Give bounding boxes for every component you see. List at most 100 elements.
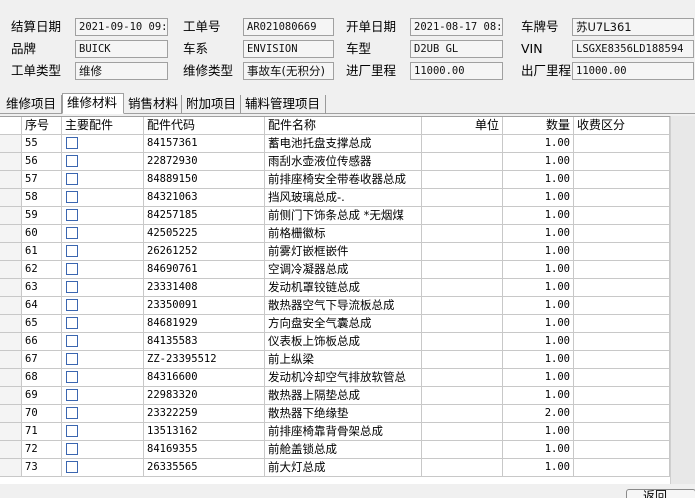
vertical-scrollbar[interactable] [670, 116, 695, 484]
table-row[interactable]: 60 42505225 前格栅徽标 1.00 [0, 225, 670, 243]
main-part-checkbox[interactable] [66, 407, 78, 419]
tab-sales-materials[interactable]: 销售材料 [124, 95, 182, 114]
settle-date-field[interactable]: 2021-09-10 09:5 [75, 18, 168, 36]
vin-field[interactable]: LSGXE8356LD188594 [572, 40, 694, 58]
main-part-checkbox[interactable] [66, 155, 78, 167]
table-row[interactable]: 62 84690761 空调冷凝器总成 1.00 [0, 261, 670, 279]
row-selector[interactable] [0, 297, 22, 315]
main-part-checkbox[interactable] [66, 317, 78, 329]
cell-part-name: 仪表板上饰板总成 [265, 333, 422, 351]
main-part-checkbox[interactable] [66, 443, 78, 455]
row-selector[interactable] [0, 243, 22, 261]
cell-part-name: 蓄电池托盘支撑总成 [265, 135, 422, 153]
row-selector[interactable] [0, 279, 22, 297]
row-selector[interactable] [0, 135, 22, 153]
table-row[interactable]: 63 23331408 发动机罩铰链总成 1.00 [0, 279, 670, 297]
row-selector[interactable] [0, 405, 22, 423]
out-mileage-field[interactable]: 11000.00 [572, 62, 694, 80]
open-date-field[interactable]: 2021-08-17 08:1 [410, 18, 503, 36]
table-row[interactable]: 64 23350091 散热器空气下导流板总成 1.00 [0, 297, 670, 315]
main-part-checkbox[interactable] [66, 425, 78, 437]
cell-main-part [62, 297, 144, 315]
plate-field[interactable]: 苏U7L361 [572, 18, 694, 36]
table-row[interactable]: 72 84169355 前舱盖锁总成 1.00 [0, 441, 670, 459]
main-part-checkbox[interactable] [66, 389, 78, 401]
brand-field[interactable]: BUICK [75, 40, 168, 58]
table-row[interactable]: 58 84321063 挡风玻璃总成-. 1.00 [0, 189, 670, 207]
tab-repair-items[interactable]: 维修项目 [2, 95, 62, 114]
cell-part-code: 26335565 [144, 459, 265, 477]
cell-main-part [62, 441, 144, 459]
out-mileage-label: 出厂里程 [521, 63, 572, 78]
cell-unit [422, 171, 503, 189]
col-header-unit[interactable]: 单位 [422, 117, 503, 135]
row-selector[interactable] [0, 153, 22, 171]
table-row[interactable]: 59 84257185 前侧门下饰条总成 *无烟煤 1.00 [0, 207, 670, 225]
cell-main-part [62, 315, 144, 333]
row-selector[interactable] [0, 171, 22, 189]
table-row[interactable]: 61 26261252 前雾灯嵌框嵌件 1.00 [0, 243, 670, 261]
cell-part-name: 散热器下绝缘垫 [265, 405, 422, 423]
row-selector[interactable] [0, 225, 22, 243]
repair-type-field[interactable]: 事故车(无积分) [243, 62, 334, 80]
main-part-checkbox[interactable] [66, 173, 78, 185]
row-selector[interactable] [0, 441, 22, 459]
series-field[interactable]: ENVISION [243, 40, 334, 58]
col-header-fee-type[interactable]: 收费区分 [574, 117, 670, 135]
table-row[interactable]: 73 26335565 前大灯总成 1.00 [0, 459, 670, 477]
table-row[interactable]: 69 22983320 散热器上隔垫总成 1.00 [0, 387, 670, 405]
row-selector[interactable] [0, 207, 22, 225]
col-header-part-name[interactable]: 配件名称 [265, 117, 422, 135]
tab-additional-items[interactable]: 附加项目 [182, 95, 241, 114]
row-selector[interactable] [0, 423, 22, 441]
main-part-checkbox[interactable] [66, 371, 78, 383]
table-row[interactable]: 68 84316600 发动机冷却空气排放软管总 1.00 [0, 369, 670, 387]
table-row[interactable]: 71 13513162 前排座椅靠背骨架总成 1.00 [0, 423, 670, 441]
main-part-checkbox[interactable] [66, 353, 78, 365]
cell-part-name: 散热器上隔垫总成 [265, 387, 422, 405]
main-part-checkbox[interactable] [66, 245, 78, 257]
tab-auxiliary-items[interactable]: 辅料管理项目 [241, 95, 326, 114]
col-header-qty[interactable]: 数量 [503, 117, 574, 135]
main-part-checkbox[interactable] [66, 263, 78, 275]
col-header-main-part[interactable]: 主要配件 [62, 117, 144, 135]
table-row[interactable]: 57 84889150 前排座椅安全带卷收器总成 1.00 [0, 171, 670, 189]
main-part-checkbox[interactable] [66, 461, 78, 473]
model-field[interactable]: D2UB GL [410, 40, 503, 58]
row-selector[interactable] [0, 189, 22, 207]
col-header-part-code[interactable]: 配件代码 [144, 117, 265, 135]
table-row[interactable]: 66 84135583 仪表板上饰板总成 1.00 [0, 333, 670, 351]
cell-part-name: 前上纵梁 [265, 351, 422, 369]
table-row[interactable]: 67 ZZ-23395512 前上纵梁 1.00 [0, 351, 670, 369]
cell-fee-type [574, 207, 670, 225]
main-part-checkbox[interactable] [66, 299, 78, 311]
tab-repair-materials[interactable]: 维修材料 [62, 93, 124, 114]
table-row[interactable]: 56 22872930 雨刮水壶液位传感器 1.00 [0, 153, 670, 171]
table-row[interactable]: 70 23322259 散热器下绝缘垫 2.00 [0, 405, 670, 423]
row-selector[interactable] [0, 369, 22, 387]
row-selector[interactable] [0, 315, 22, 333]
row-selector[interactable] [0, 351, 22, 369]
cell-main-part [62, 459, 144, 477]
cell-qty: 1.00 [503, 225, 574, 243]
cell-no: 58 [22, 189, 62, 207]
main-part-checkbox[interactable] [66, 281, 78, 293]
main-part-checkbox[interactable] [66, 335, 78, 347]
main-part-checkbox[interactable] [66, 137, 78, 149]
cell-part-code: 26261252 [144, 243, 265, 261]
table-row[interactable]: 65 84681929 方向盘安全气囊总成 1.00 [0, 315, 670, 333]
main-part-checkbox[interactable] [66, 227, 78, 239]
row-selector[interactable] [0, 261, 22, 279]
cell-unit [422, 225, 503, 243]
in-mileage-field[interactable]: 11000.00 [410, 62, 503, 80]
back-button[interactable]: 返回 [626, 489, 695, 498]
row-selector[interactable] [0, 459, 22, 477]
row-selector[interactable] [0, 387, 22, 405]
row-selector[interactable] [0, 333, 22, 351]
main-part-checkbox[interactable] [66, 191, 78, 203]
table-row[interactable]: 55 84157361 蓄电池托盘支撑总成 1.00 [0, 135, 670, 153]
work-type-field[interactable]: 维修 [75, 62, 168, 80]
col-header-no[interactable]: 序号 [22, 117, 62, 135]
order-no-field[interactable]: AR021080669 [243, 18, 334, 36]
main-part-checkbox[interactable] [66, 209, 78, 221]
